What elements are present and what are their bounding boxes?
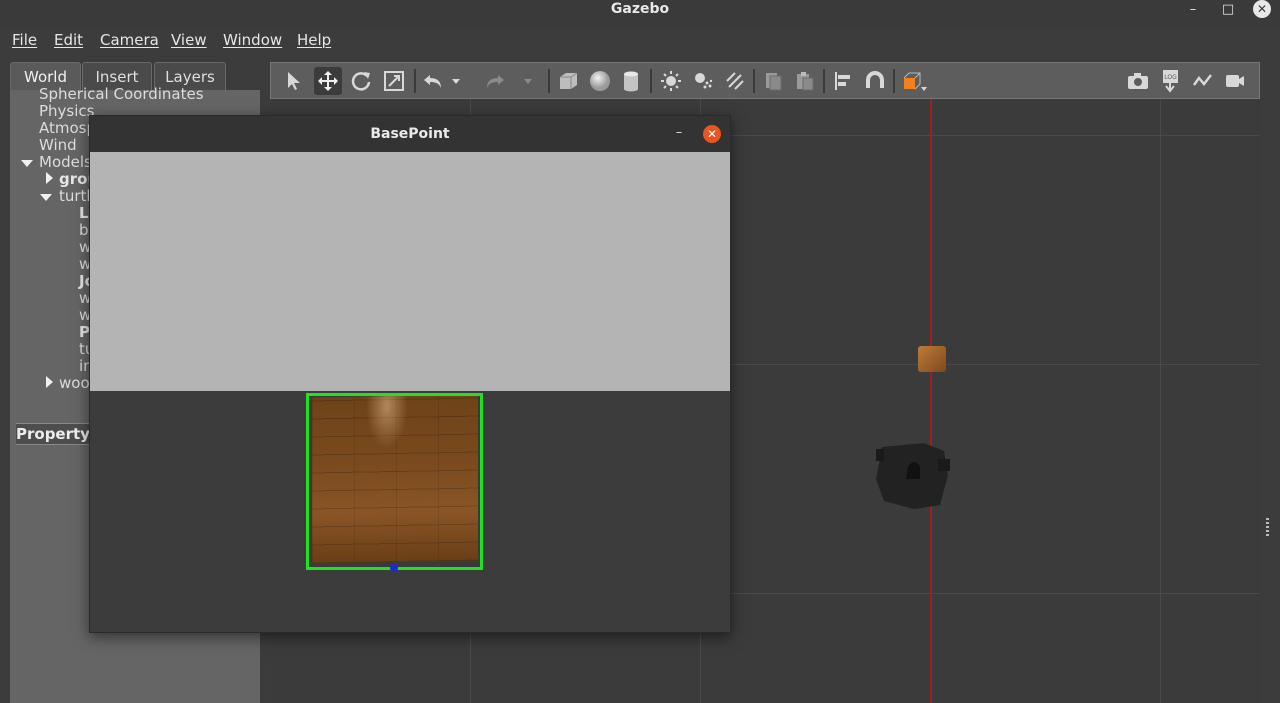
- log-icon-label: LOG: [1164, 74, 1177, 81]
- dialog-close-button[interactable]: ✕: [703, 125, 721, 143]
- log-icon[interactable]: LOG: [1157, 67, 1185, 95]
- view-angle-icon[interactable]: [901, 67, 929, 95]
- expand-models-icon[interactable]: [21, 160, 33, 167]
- menu-edit[interactable]: Edit: [54, 31, 83, 49]
- base-point-marker[interactable]: [390, 564, 398, 572]
- directional-light-icon[interactable]: [721, 67, 749, 95]
- tree-turtlebot[interactable]: turtl: [59, 188, 91, 205]
- menu-camera[interactable]: Camera: [100, 31, 159, 49]
- translate-icon[interactable]: [314, 67, 342, 95]
- cylinder-shape-icon[interactable]: [617, 67, 645, 95]
- align-icon[interactable]: [829, 67, 857, 95]
- undo-icon[interactable]: [419, 67, 447, 95]
- tree-physics[interactable]: Physics: [39, 103, 94, 120]
- tree-wind[interactable]: Wind: [39, 137, 77, 154]
- toolbar-separator: [823, 69, 825, 93]
- dialog-titlebar[interactable]: BasePoint – ✕: [90, 116, 730, 153]
- minimize-button[interactable]: –: [1183, 0, 1203, 18]
- video-record-icon[interactable]: [1221, 67, 1249, 95]
- splitter-handle[interactable]: [1266, 518, 1269, 538]
- grid-line: [1160, 99, 1161, 703]
- menu-view[interactable]: View: [171, 31, 207, 49]
- point-light-icon[interactable]: [657, 67, 685, 95]
- expand-ground-icon[interactable]: [46, 172, 53, 184]
- dialog-canvas-top: [90, 152, 730, 391]
- box-shape-icon[interactable]: [554, 67, 582, 95]
- toolbar-separator: [893, 69, 895, 93]
- tree-atmosphere[interactable]: Atmosp: [39, 120, 96, 137]
- close-button[interactable]: ✕: [1253, 0, 1271, 18]
- window-title: Gazebo: [610, 1, 670, 17]
- paste-icon[interactable]: [791, 67, 819, 95]
- turtlebot-model[interactable]: [874, 439, 950, 511]
- plot-icon[interactable]: [1189, 67, 1217, 95]
- redo-dropdown-icon[interactable]: [521, 67, 535, 95]
- menu-window[interactable]: Window: [223, 31, 282, 49]
- maximize-button[interactable]: □: [1218, 0, 1238, 18]
- toolbar-separator: [650, 69, 652, 93]
- dialog-title: BasePoint: [370, 126, 450, 142]
- menu-bar: File Edit Camera View Window Help: [0, 27, 1280, 53]
- screenshot-camera-icon[interactable]: [1124, 67, 1152, 95]
- scale-icon[interactable]: [380, 67, 408, 95]
- snap-magnet-icon[interactable]: [861, 67, 889, 95]
- window-titlebar: Gazebo – □ ✕: [0, 0, 1280, 28]
- toolbar-separator: [753, 69, 755, 93]
- wood-box-model[interactable]: [918, 346, 946, 372]
- basepoint-dialog: BasePoint – ✕: [89, 115, 731, 633]
- menu-file[interactable]: File: [12, 31, 37, 49]
- select-arrow-icon[interactable]: [281, 67, 309, 95]
- x-axis-line: [930, 99, 932, 703]
- redo-icon[interactable]: [481, 67, 509, 95]
- toolbar-separator: [414, 69, 416, 93]
- tree-spherical-coordinates[interactable]: Spherical Coordinates: [39, 86, 204, 103]
- toolbar-separator: [548, 69, 550, 93]
- dialog-minimize-button[interactable]: –: [672, 126, 686, 140]
- expand-wood-icon[interactable]: [46, 376, 53, 388]
- tree-models[interactable]: Models: [39, 154, 92, 171]
- rotate-icon[interactable]: [347, 67, 375, 95]
- camera-image-frame[interactable]: [306, 393, 483, 570]
- spot-light-icon[interactable]: [689, 67, 717, 95]
- menu-help[interactable]: Help: [297, 31, 331, 49]
- copy-icon[interactable]: [759, 67, 787, 95]
- sphere-shape-icon[interactable]: [586, 67, 614, 95]
- right-panel-edge: [1260, 62, 1280, 703]
- expand-turtlebot-icon[interactable]: [40, 194, 52, 201]
- wood-texture-image: [312, 396, 478, 564]
- undo-dropdown-icon[interactable]: [449, 67, 463, 95]
- tree-wood-model[interactable]: woo: [59, 375, 90, 392]
- toolbar: LOG: [270, 62, 1260, 99]
